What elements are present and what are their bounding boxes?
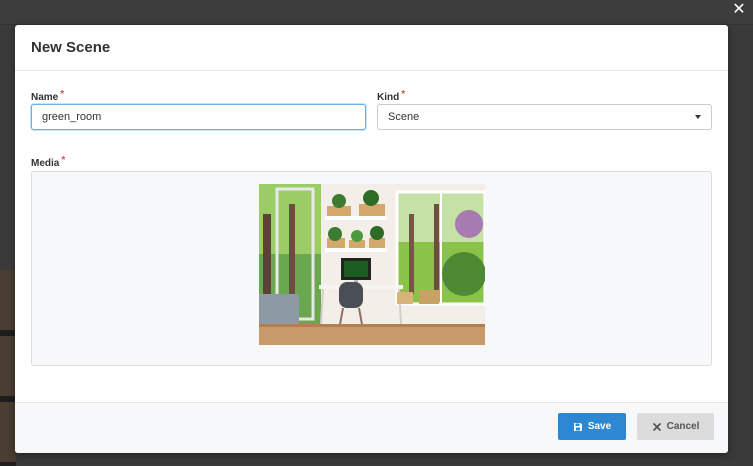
- media-dropzone[interactable]: [31, 171, 712, 366]
- kind-select[interactable]: Scene: [377, 104, 712, 130]
- backdrop-thumbnail-strip: [0, 270, 16, 466]
- save-button[interactable]: Save: [558, 413, 626, 440]
- name-label-text: Name: [31, 92, 59, 103]
- required-mark: *: [61, 155, 66, 166]
- kind-selected-value: Scene: [388, 111, 420, 123]
- floppy-disk-icon: [573, 422, 582, 431]
- name-input[interactable]: [31, 104, 366, 130]
- x-icon: [652, 422, 661, 431]
- cancel-button[interactable]: Cancel: [637, 413, 714, 440]
- cancel-button-label: Cancel: [666, 421, 700, 432]
- save-button-label: Save: [587, 421, 612, 432]
- backdrop-toolbar: [0, 0, 753, 25]
- required-mark: *: [60, 89, 65, 100]
- kind-label: Kind *: [377, 89, 405, 103]
- dialog-header: New Scene: [15, 25, 728, 71]
- dialog-body: Name* Kind* Scene Media*: [15, 71, 728, 403]
- close-icon[interactable]: ✕: [731, 2, 747, 18]
- dialog-title: New Scene: [31, 39, 111, 56]
- dialog-footer: Save Cancel: [15, 402, 728, 453]
- required-mark: *: [401, 89, 406, 100]
- media-label-text: Media: [31, 158, 60, 169]
- media-label: Media *: [31, 155, 65, 169]
- media-preview-image: [259, 184, 485, 345]
- name-label: Name *: [31, 89, 64, 103]
- kind-label-text: Kind: [377, 92, 400, 103]
- new-scene-dialog: New Scene Name* Kind* Scene Media*: [15, 25, 728, 453]
- caret-down-icon: [695, 115, 701, 119]
